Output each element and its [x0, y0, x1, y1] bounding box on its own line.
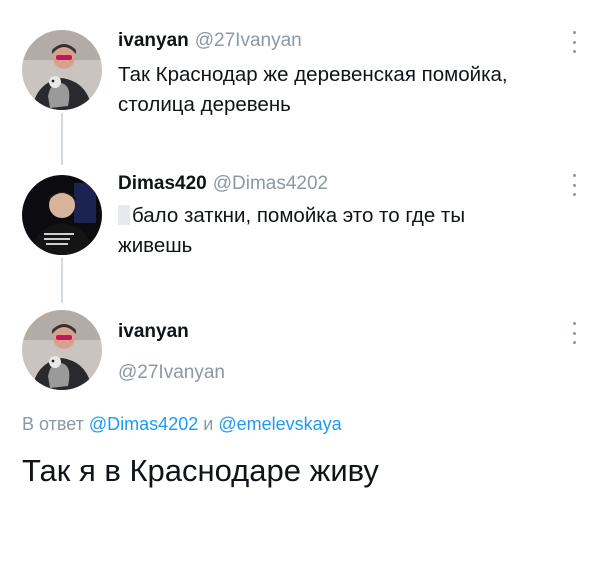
tweet-text-line: бало заткни, помойка это то где ты [118, 201, 568, 231]
reply-conjunction: и [203, 414, 214, 434]
user-handle[interactable]: @27Ivanyan [118, 362, 225, 384]
focus-tweet-text: Так я в Краснодаре живу [22, 453, 379, 488]
display-name[interactable]: ivanyan [118, 30, 189, 51]
tweet-text: Так Краснодар же деревенская помойка, ст… [118, 60, 568, 120]
user-handle[interactable]: @Dimas4202 [213, 173, 328, 194]
thread-line [61, 113, 63, 165]
avatar[interactable] [22, 175, 102, 255]
censored-mark [118, 205, 130, 225]
tweet-text-line: столица деревень [118, 93, 291, 116]
reply-context: В ответ @Dimas4202 и @emelevskaya [22, 414, 342, 435]
mention-link[interactable]: @emelevskaya [218, 414, 341, 434]
more-options-icon[interactable] [570, 31, 578, 53]
tweet-text-line: живешь [118, 234, 193, 257]
display-name[interactable]: Dimas420 [118, 173, 207, 194]
display-name[interactable]: ivanyan [118, 321, 189, 343]
reply-prefix: В ответ [22, 414, 84, 434]
avatar-man-with-dog-icon [22, 30, 102, 110]
more-options-icon[interactable] [570, 174, 578, 196]
more-options-icon[interactable] [570, 322, 578, 344]
avatar-man-dark-background-icon [22, 175, 102, 255]
tweet-text: бало заткни, помойка это то где ты живеш… [118, 201, 568, 261]
avatar[interactable] [22, 310, 102, 390]
tweet-header: ivanyan @27Ivanyan [118, 30, 302, 52]
user-handle[interactable]: @27Ivanyan [195, 30, 302, 51]
tweet-text-line-content: бало заткни, помойка это то где ты [132, 204, 466, 227]
tweet-header: Dimas420 @Dimas4202 [118, 173, 328, 195]
thread-line [61, 258, 63, 303]
tweet-text-line: Так Краснодар же деревенская помойка, [118, 63, 508, 86]
avatar-man-with-dog-icon [22, 310, 102, 390]
avatar[interactable] [22, 30, 102, 110]
mention-link[interactable]: @Dimas4202 [89, 414, 198, 434]
